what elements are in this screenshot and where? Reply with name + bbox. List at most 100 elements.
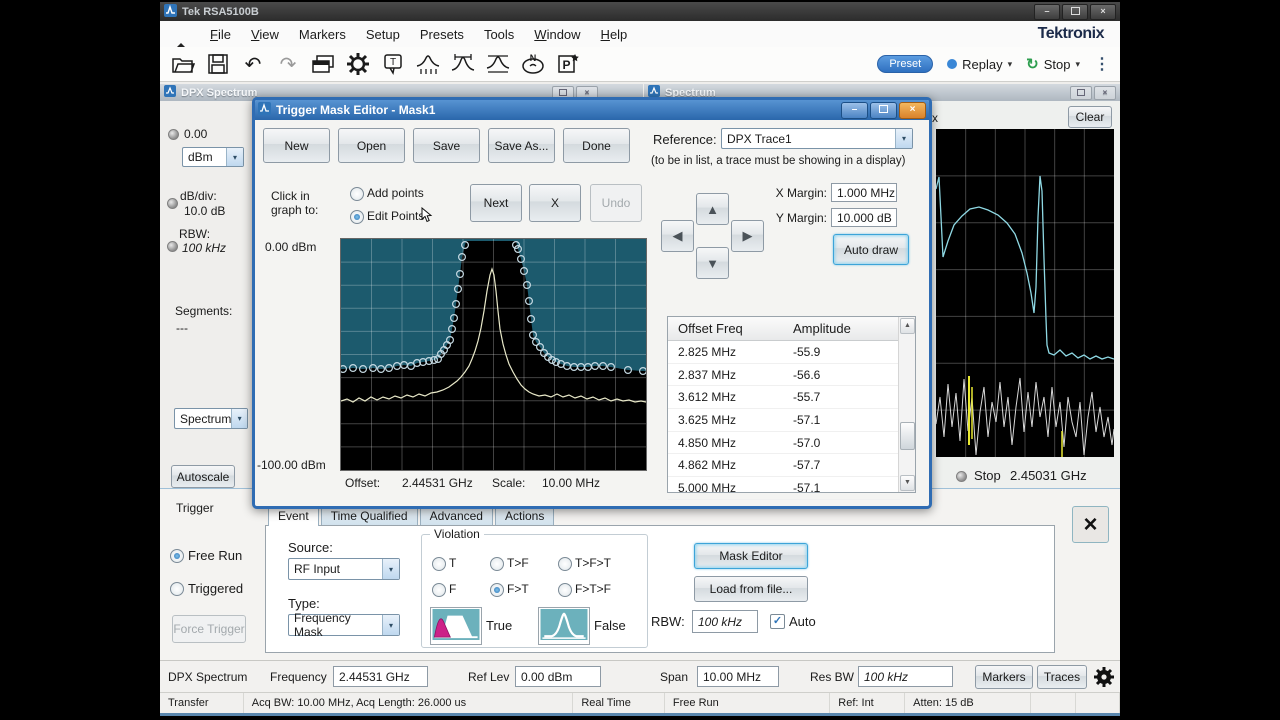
close-icon[interactable]: ×	[1094, 86, 1116, 100]
table-row[interactable]: 4.862 MHz-57.7	[668, 454, 900, 477]
free-run-radio[interactable]	[170, 549, 184, 563]
chevron-down-icon[interactable]: ▾	[231, 409, 247, 428]
minimize-icon[interactable]: –	[841, 102, 868, 119]
new-button[interactable]: New	[263, 128, 330, 163]
trace-select[interactable]: Spectrum▾	[174, 408, 248, 429]
dialog-titlebar[interactable]: Trigger Mask Editor - Mask1 – ×	[255, 100, 929, 120]
waveform-levels-icon[interactable]	[485, 51, 511, 77]
auto-label[interactable]: Auto	[789, 614, 816, 629]
stop-freq-value[interactable]: 2.45031 GHz	[1010, 468, 1087, 483]
knob-icon[interactable]	[167, 241, 178, 252]
x-margin-field[interactable]: 1.000 MHz	[831, 183, 897, 202]
spectrum-avg-icon[interactable]	[415, 51, 441, 77]
ref-lev-field[interactable]: 0.00 dBm	[515, 666, 601, 687]
tab-advanced[interactable]: Advanced	[420, 506, 493, 526]
close-icon[interactable]: ×	[899, 102, 926, 119]
violation-ftf-label[interactable]: F>T>F	[575, 582, 611, 596]
markers-button[interactable]: Markers	[975, 665, 1033, 689]
rbw-value[interactable]: 100 kHz	[182, 241, 226, 255]
col-amplitude[interactable]: Amplitude	[783, 321, 851, 336]
save-button[interactable]: Save	[413, 128, 480, 163]
free-run-label[interactable]: Free Run	[188, 548, 242, 563]
knob-icon[interactable]	[167, 198, 178, 209]
waveform-peak-icon[interactable]	[450, 51, 476, 77]
violation-tf-label[interactable]: T>F	[507, 556, 529, 570]
add-points-radio[interactable]	[350, 187, 364, 201]
restore-icon[interactable]	[1070, 86, 1092, 100]
next-button[interactable]: Next	[470, 184, 522, 222]
auto-draw-button[interactable]: Auto draw	[833, 234, 909, 265]
clear-button[interactable]: Clear	[1068, 106, 1112, 128]
load-from-file-button[interactable]: Load from file...	[694, 576, 808, 602]
table-row[interactable]: 4.850 MHz-57.0	[668, 432, 900, 455]
open-icon[interactable]	[170, 51, 196, 77]
triggered-label[interactable]: Triggered	[188, 581, 243, 596]
menu-view[interactable]: View	[241, 23, 289, 46]
menu-presets[interactable]: Presets	[410, 23, 474, 46]
text-marker-icon[interactable]: T	[380, 51, 406, 77]
menu-tools[interactable]: Tools	[474, 23, 524, 46]
col-offset-freq[interactable]: Offset Freq	[668, 321, 783, 336]
mask-editor-button[interactable]: Mask Editor	[694, 543, 808, 569]
display-settings-gear-icon[interactable]	[1092, 665, 1116, 692]
menu-help[interactable]: Help	[591, 23, 638, 46]
menu-markers[interactable]: Markers	[289, 23, 356, 46]
table-row[interactable]: 3.625 MHz-57.1	[668, 409, 900, 432]
tab-actions[interactable]: Actions	[495, 506, 554, 526]
nudge-down-button[interactable]: ▼	[696, 247, 729, 279]
violation-tft-radio[interactable]	[558, 557, 572, 571]
menu-setup[interactable]: Setup	[356, 23, 410, 46]
save-as-button[interactable]: Save As...	[488, 128, 555, 163]
noise-source-icon[interactable]: N	[520, 51, 546, 77]
violation-f-radio[interactable]	[432, 583, 446, 597]
scroll-down-icon[interactable]: ▼	[900, 475, 915, 491]
table-row[interactable]: 3.612 MHz-55.7	[668, 386, 900, 409]
menu-file[interactable]: File	[200, 23, 241, 46]
scroll-up-icon[interactable]: ▲	[900, 318, 915, 334]
preset-marker-icon[interactable]: P	[555, 51, 581, 77]
table-row[interactable]: 2.825 MHz-55.9	[668, 341, 900, 364]
table-row[interactable]: 5.000 MHz-57.1	[668, 477, 900, 500]
unit-select[interactable]: dBm▾	[182, 147, 244, 167]
violation-t-radio[interactable]	[432, 557, 446, 571]
violation-t-label[interactable]: T	[449, 556, 456, 570]
close-trigger-panel-button[interactable]: ×	[1072, 506, 1109, 543]
nudge-up-button[interactable]: ▲	[696, 193, 729, 225]
settings-gear-icon[interactable]	[345, 51, 371, 77]
close-icon[interactable]: ×	[1090, 4, 1116, 20]
add-points-label[interactable]: Add points	[367, 186, 424, 200]
traces-button[interactable]: Traces	[1037, 665, 1087, 689]
table-row[interactable]: 2.837 MHz-56.6	[668, 364, 900, 387]
preset-button[interactable]: Preset	[877, 55, 933, 73]
auto-checkbox[interactable]: ✓	[770, 614, 785, 629]
chevron-down-icon[interactable]: ▾	[382, 615, 399, 635]
violation-ft-label[interactable]: F>T	[507, 582, 529, 596]
chevron-down-icon[interactable]: ▾	[1008, 59, 1013, 70]
scrollbar-thumb[interactable]	[900, 422, 915, 450]
frequency-field[interactable]: 2.44531 GHz	[333, 666, 428, 687]
replay-control[interactable]: Replay▾	[947, 57, 1012, 72]
displays-icon[interactable]	[310, 51, 336, 77]
force-trigger-button[interactable]: Force Trigger	[172, 615, 246, 643]
knob-icon[interactable]	[168, 129, 179, 140]
redo-icon[interactable]: ↷	[275, 51, 301, 77]
chevron-down-icon[interactable]: ▾	[226, 148, 243, 166]
violation-f-label[interactable]: F	[449, 582, 456, 596]
spectrum-graph[interactable]	[936, 129, 1114, 457]
triggered-radio[interactable]	[170, 582, 184, 596]
db-div-value[interactable]: 10.0 dB	[184, 204, 225, 218]
mask-editor-graph[interactable]	[340, 238, 647, 471]
nudge-left-button[interactable]: ◀	[661, 220, 694, 252]
span-field[interactable]: 10.00 MHz	[697, 666, 779, 687]
undo-icon[interactable]: ↶	[240, 51, 266, 77]
y-margin-field[interactable]: 10.000 dB	[831, 208, 897, 227]
ref-level-value[interactable]: 0.00	[184, 127, 207, 141]
overflow-menu-icon[interactable]: ⋮	[1094, 54, 1110, 74]
source-select[interactable]: RF Input▾	[288, 558, 400, 580]
autoscale-button[interactable]: Autoscale	[171, 465, 235, 488]
tab-time-qualified[interactable]: Time Qualified	[321, 506, 418, 526]
open-button[interactable]: Open	[338, 128, 405, 163]
run-stop-control[interactable]: ↻ Stop▾	[1026, 55, 1080, 73]
type-select[interactable]: Frequency Mask▾	[288, 614, 400, 636]
edit-points-radio[interactable]	[350, 210, 364, 224]
